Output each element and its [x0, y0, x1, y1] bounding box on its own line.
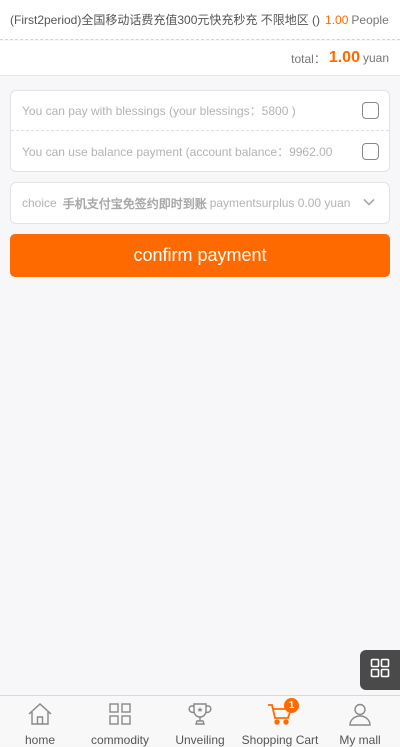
payment-method-name: 手机支付宝免签约即时到账	[62, 196, 207, 211]
floating-menu-button[interactable]	[360, 650, 400, 690]
balance-payment-label: You can use balance payment (account bal…	[22, 144, 333, 159]
payment-options-card: You can pay with blessings (your blessin…	[10, 90, 390, 172]
total-currency: yuan	[362, 51, 389, 65]
confirm-payment-button[interactable]: confirm payment	[10, 234, 390, 277]
tab-my-mall[interactable]: My mall	[320, 696, 400, 747]
order-item-unit: People	[351, 12, 389, 27]
trophy-icon	[188, 702, 212, 731]
home-icon	[27, 702, 53, 731]
tab-home[interactable]: home	[0, 696, 80, 747]
blessings-payment-label: You can pay with blessings (your blessin…	[22, 104, 296, 118]
total-line: total： 1.00 yuan	[0, 41, 400, 76]
balance-payment-row[interactable]: You can use balance payment (account bal…	[11, 131, 389, 171]
payment-method-prefix: choice	[22, 196, 57, 210]
balance-checkbox[interactable]	[362, 142, 379, 160]
tab-commodity[interactable]: commodity	[80, 696, 160, 747]
total-amount: 1.00	[328, 49, 360, 66]
total-label: total：	[291, 51, 326, 66]
person-icon	[348, 702, 372, 731]
blessings-checkbox[interactable]	[362, 102, 379, 119]
grid-icon	[108, 702, 132, 731]
tab-unveiling[interactable]: Unveiling	[160, 696, 240, 747]
bottom-tab-bar: home commodity Unveiling 1 Shopping Cart…	[0, 695, 400, 747]
payment-method-select[interactable]: choice 手机支付宝免签约即时到账 paymentsurplus 0.00 …	[10, 182, 390, 224]
cart-badge: 1	[284, 698, 299, 713]
blessings-payment-row[interactable]: You can pay with blessings (your blessin…	[11, 91, 389, 131]
chevron-down-icon	[362, 195, 376, 212]
tab-shopping-cart[interactable]: 1 Shopping Cart	[240, 696, 320, 747]
order-item-price: 1.00	[325, 12, 349, 27]
order-item-name: (First2period)全国移动话费充值300元快充秒充 不限地区 ()	[10, 13, 321, 27]
payment-method-surplus: paymentsurplus 0.00 yuan	[209, 196, 351, 210]
order-item-line: (First2period)全国移动话费充值300元快充秒充 不限地区 () 1…	[0, 0, 400, 40]
grid-menu-icon	[370, 658, 390, 683]
